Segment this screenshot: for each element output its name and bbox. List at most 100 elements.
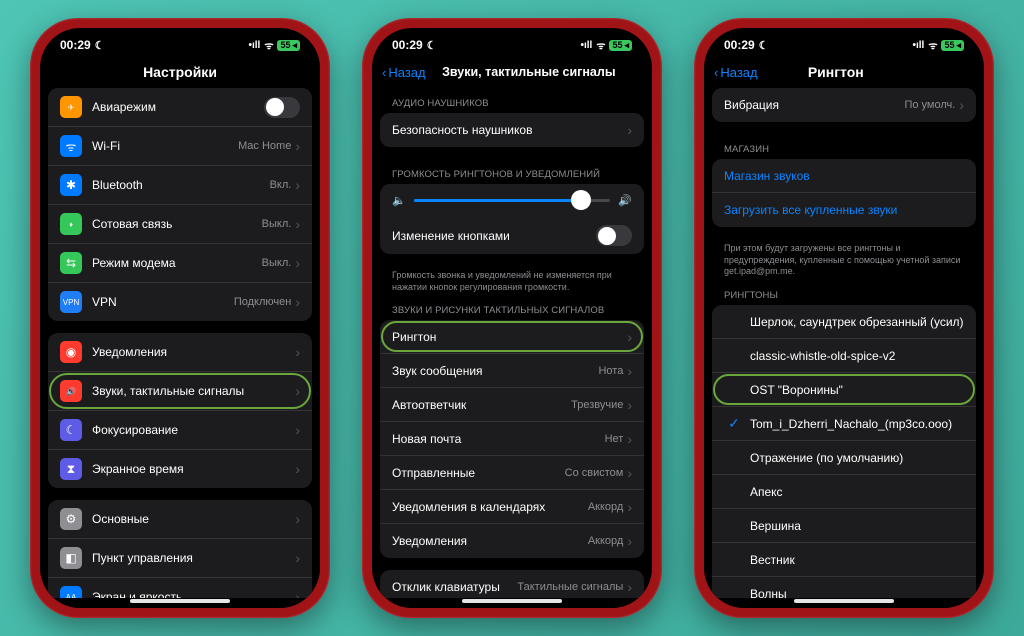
settings-row[interactable]: АвтоответчикТрезвучие› (380, 388, 644, 422)
chevron-right-icon: › (295, 216, 300, 232)
volume-slider[interactable]: 🔈🔊 (380, 184, 644, 217)
settings-row[interactable]: Уведомления в календаряхАккорд› (380, 490, 644, 524)
section-header: АУДИО НАУШНИКОВ (380, 88, 644, 113)
settings-row[interactable]: ⚙Основные› (48, 500, 312, 539)
section-header: ЗВУКИ И РИСУНКИ ТАКТИЛЬНЫХ СИГНАЛОВ (380, 295, 644, 320)
settings-row[interactable]: Звук сообщенияНота› (380, 354, 644, 388)
settings-row[interactable]: ⧗Экранное время› (48, 450, 312, 488)
home-indicator[interactable] (794, 599, 894, 603)
row-label: OST "Воронины" (750, 383, 964, 397)
wifi-icon: ᯤ (264, 38, 273, 52)
ringtone-row[interactable]: Вестник (712, 543, 976, 577)
row-value: Выкл. (262, 218, 292, 230)
row-icon: VPN (60, 291, 82, 313)
store-link[interactable]: Магазин звуков (712, 159, 976, 193)
row-icon: ⬪ (60, 213, 82, 235)
settings-row[interactable]: УведомленияАккорд› (380, 524, 644, 558)
chevron-right-icon: › (295, 177, 300, 193)
row-label: Звук сообщения (392, 364, 598, 378)
section-header: ГРОМКОСТЬ РИНГТОНОВ И УВЕДОМЛЕНИЙ (380, 159, 644, 184)
ringtone-row[interactable]: Вершина (712, 509, 976, 543)
home-indicator[interactable] (462, 599, 562, 603)
phone-settings: 00:29☾ •ıllᯤ55◂ Настройки ✈︎АвиарежимᯤWi… (30, 18, 330, 618)
settings-row[interactable]: ◉ Уведомления› (48, 333, 312, 372)
settings-row[interactable]: ◧Пункт управления› (48, 539, 312, 578)
ringtone-row[interactable]: Волны (712, 577, 976, 598)
page-title: Рингтон (704, 64, 974, 80)
chevron-left-icon: ‹ (382, 65, 386, 80)
toggle[interactable] (596, 225, 632, 246)
chevron-right-icon: › (627, 122, 632, 138)
settings-row[interactable]: ✈︎Авиарежим (48, 88, 312, 127)
settings-row[interactable]: ⇆Режим модемаВыкл.› (48, 244, 312, 283)
chevron-right-icon: › (627, 533, 632, 549)
row-label: Вершина (750, 519, 964, 533)
row-label: Режим модема (92, 256, 262, 270)
ringtone-row[interactable]: Шерлок, саундтрек обрезанный (усил) (712, 305, 976, 339)
row-icon: ⚙ (60, 508, 82, 530)
row-label: Уведомления (392, 534, 588, 548)
row-value: Подключен (234, 296, 292, 308)
section-footer: При этом будут загружены все рингтоны и … (712, 239, 976, 280)
settings-row[interactable]: Безопасность наушников› (380, 113, 644, 147)
page-title: Звуки, тактильные сигналы (416, 65, 642, 79)
settings-row[interactable]: VPNVPNПодключен› (48, 283, 312, 321)
settings-row[interactable]: AAЭкран и яркость› (48, 578, 312, 598)
row-label: Экранное время (92, 462, 295, 476)
settings-row[interactable]: ☾Фокусирование› (48, 411, 312, 450)
row-label: Уведомления в календарях (392, 500, 588, 514)
ringtone-row[interactable]: OST "Воронины" (712, 373, 976, 407)
row-value: Трезвучие (571, 399, 623, 411)
chevron-right-icon: › (295, 344, 300, 360)
settings-row[interactable]: 🔊Звуки, тактильные сигналы› (48, 372, 312, 411)
row-label: Вибрация (724, 98, 904, 112)
phone-ringtone: 00:29☾ •ıllᯤ55◂ ‹Назад Рингтон ВибрацияП… (694, 18, 994, 618)
row-label: Изменение кнопками (392, 229, 596, 243)
row-label: Уведомления (92, 345, 295, 359)
row-value: Выкл. (262, 257, 292, 269)
settings-row[interactable]: Отклик клавиатурыТактильные сигналы› (380, 570, 644, 598)
row-value: Нет (605, 433, 624, 445)
chevron-right-icon: › (627, 329, 632, 345)
row-label: Фокусирование (92, 423, 295, 437)
row-icon: ⇆ (60, 252, 82, 274)
row-value: Со свистом (565, 467, 624, 479)
ringtone-row[interactable]: Апекс (712, 475, 976, 509)
chevron-right-icon: › (295, 383, 300, 399)
row-value: По умолч. (904, 99, 955, 111)
row-label: Bluetooth (92, 178, 270, 192)
store-link[interactable]: Загрузить все купленные звуки (712, 193, 976, 227)
wifi-icon: ᯤ (596, 38, 605, 52)
settings-row[interactable]: ✱BluetoothВкл.› (48, 166, 312, 205)
row-icon: ◉ (60, 341, 82, 363)
home-indicator[interactable] (130, 599, 230, 603)
settings-row[interactable]: Рингтон› (380, 320, 644, 354)
link-label: Загрузить все купленные звуки (724, 203, 964, 217)
settings-row[interactable]: ВибрацияПо умолч.› (712, 88, 976, 122)
toggle[interactable] (264, 97, 300, 118)
row-label: Отправленные (392, 466, 565, 480)
settings-row[interactable]: Изменение кнопками (380, 217, 644, 254)
settings-row[interactable]: ОтправленныеСо свистом› (380, 456, 644, 490)
chevron-right-icon: › (295, 294, 300, 310)
settings-row[interactable]: ᯤWi-FiMac Home› (48, 127, 312, 166)
settings-row[interactable]: ⬪Сотовая связьВыкл.› (48, 205, 312, 244)
row-value: Тактильные сигналы (517, 581, 623, 593)
ringtone-row[interactable]: Отражение (по умолчанию) (712, 441, 976, 475)
row-label: Звуки, тактильные сигналы (92, 384, 295, 398)
chevron-right-icon: › (295, 511, 300, 527)
ringtone-row[interactable]: ✓Tom_i_Dzherri_Nachalo_(mp3co.ooo) (712, 407, 976, 441)
chevron-right-icon: › (627, 363, 632, 379)
phone-sounds: 00:29☾ •ıllᯤ55◂ ‹Назад Звуки, тактильные… (362, 18, 662, 618)
chevron-right-icon: › (295, 589, 300, 598)
row-value: Вкл. (270, 179, 292, 191)
chevron-right-icon: › (295, 422, 300, 438)
chevron-right-icon: › (627, 499, 632, 515)
row-label: Отражение (по умолчанию) (750, 451, 964, 465)
settings-row[interactable]: Новая почтаНет› (380, 422, 644, 456)
row-label: Автоответчик (392, 398, 571, 412)
section-header: РИНГТОНЫ (712, 280, 976, 305)
row-label: Tom_i_Dzherri_Nachalo_(mp3co.ooo) (750, 417, 964, 431)
signal-icon: •ıll (912, 40, 924, 51)
ringtone-row[interactable]: classic-whistle-old-spice-v2 (712, 339, 976, 373)
